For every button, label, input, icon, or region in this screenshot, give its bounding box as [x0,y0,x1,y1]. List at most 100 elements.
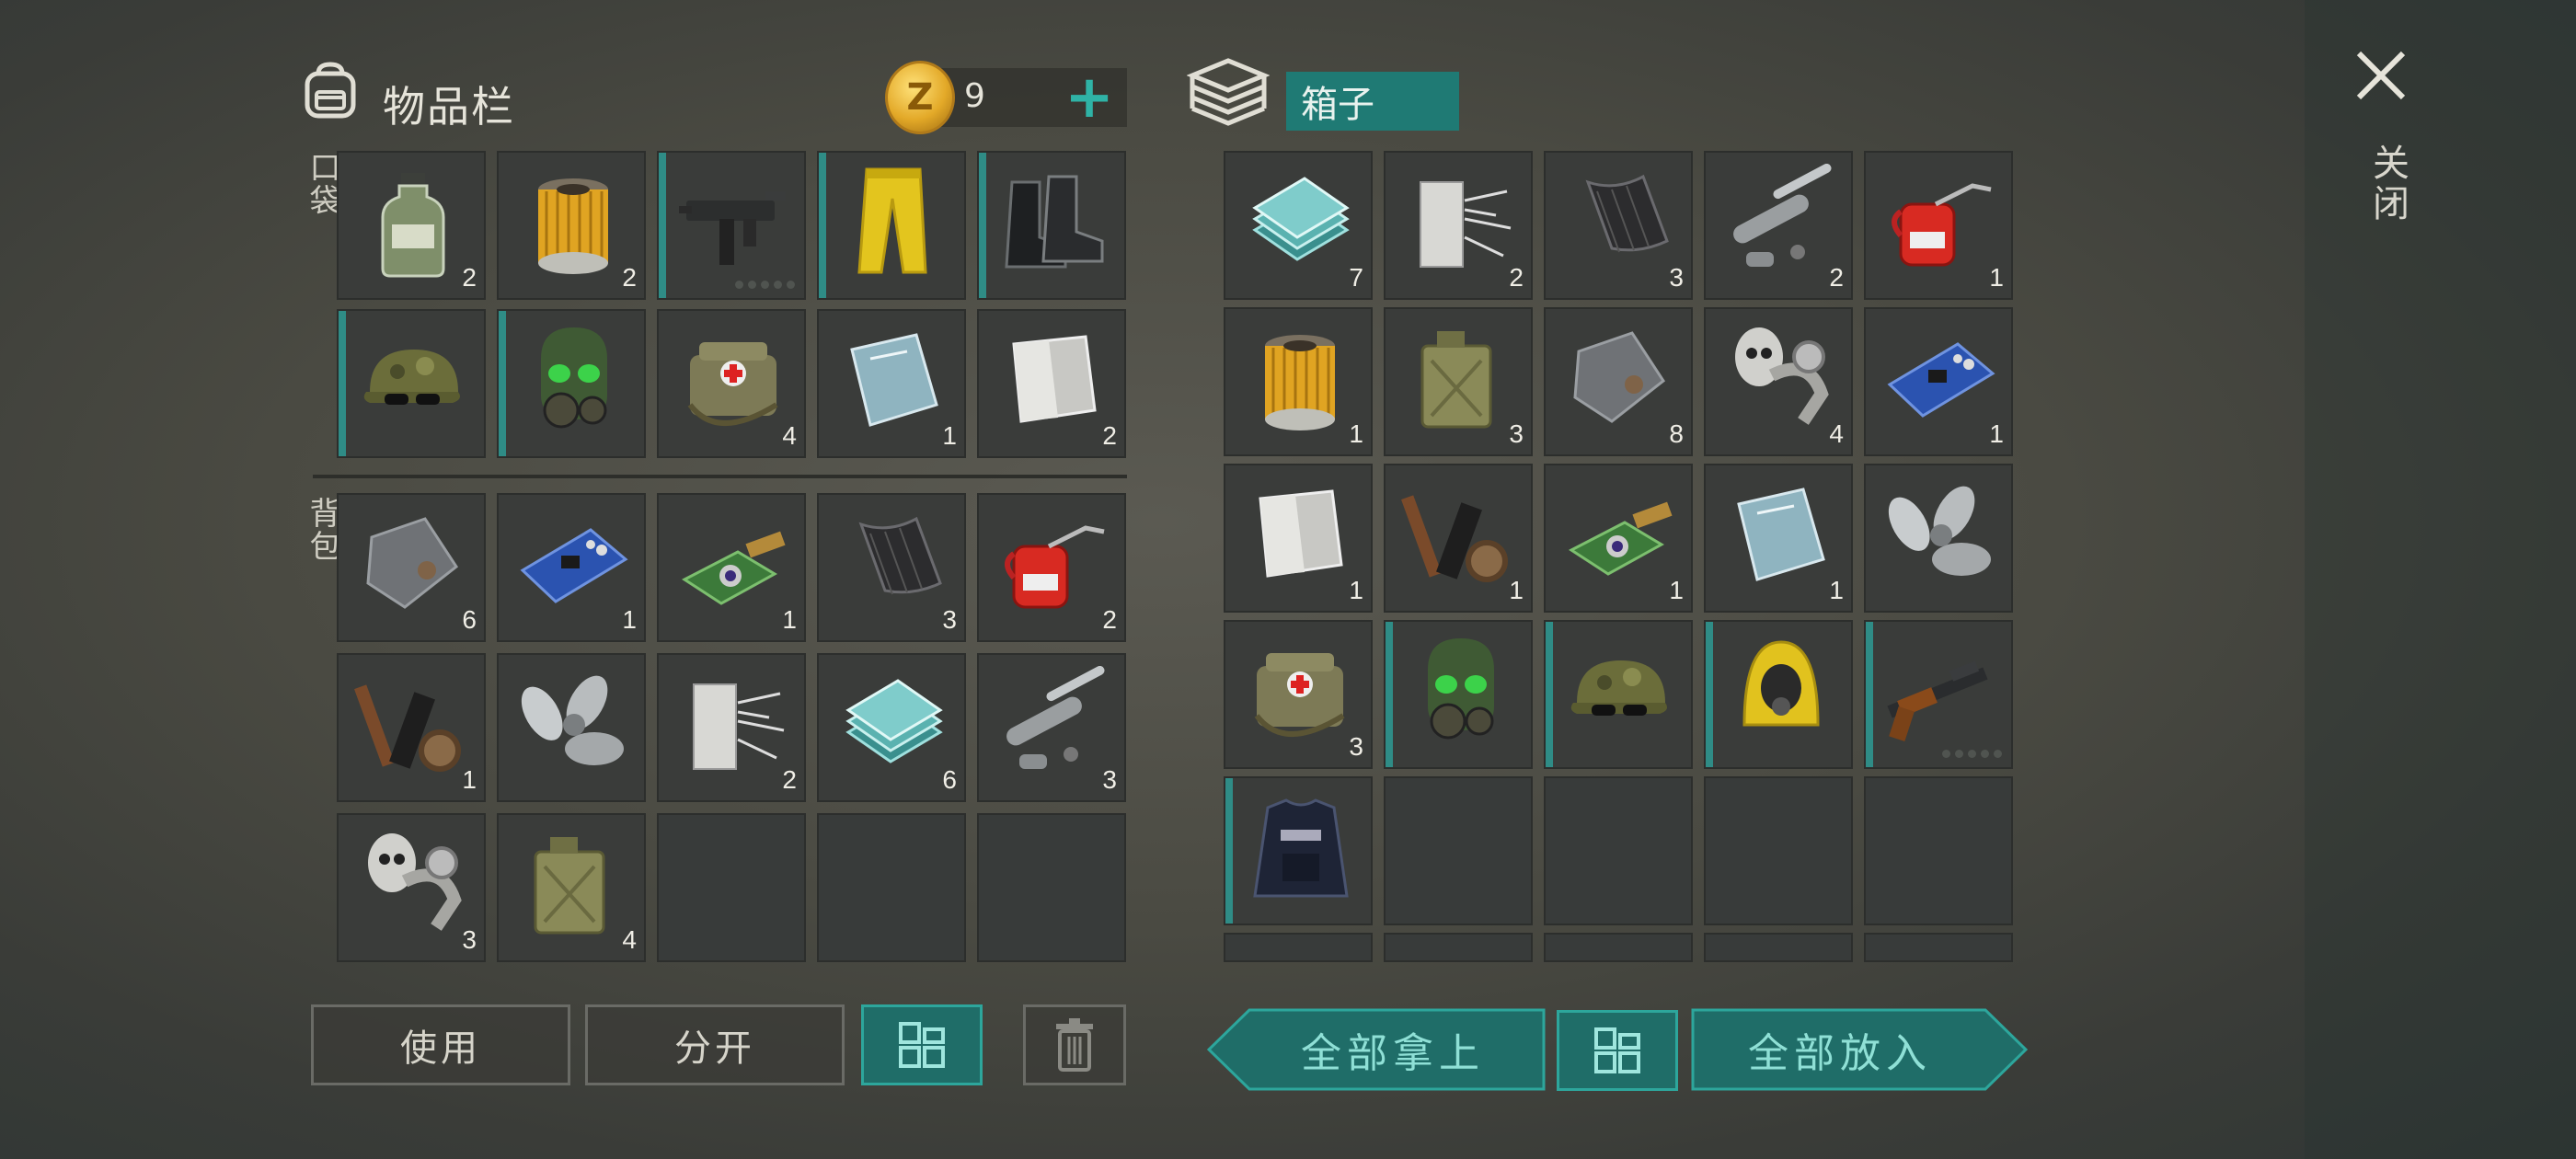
pocket-slot[interactable]: 1 [817,309,966,458]
item-quantity: 1 [1989,263,2004,292]
box-slot[interactable] [1704,776,1853,925]
iron-plate-icon [366,517,459,609]
pocket-slot[interactable] [337,309,486,458]
box-slot[interactable] [1704,620,1853,769]
pocket-slot[interactable]: 4 [657,309,806,458]
backpack-slot[interactable] [497,653,646,802]
box-slot[interactable]: 8 [1544,307,1693,456]
box-slot[interactable] [1384,620,1533,769]
backpack-slot[interactable]: 1 [337,653,486,802]
box-slot[interactable] [1864,620,2013,769]
item-quantity: 6 [462,605,477,634]
equip-indicator [1866,622,1873,767]
close-label[interactable]: 关闭 [2361,143,2414,224]
item-quantity: 2 [462,263,477,292]
equip-indicator [659,153,666,298]
box-slot[interactable]: 3 [1224,620,1373,769]
box-slot[interactable] [1544,776,1693,925]
mesh-icon [1585,174,1669,253]
box-slot[interactable] [1224,776,1373,925]
box-slot-partial[interactable] [1704,933,1853,962]
box-slot[interactable]: 1 [1864,151,2013,300]
box-slot[interactable] [1864,776,2013,925]
box-slot[interactable]: 3 [1384,307,1533,456]
fuel-filter-icon [538,178,608,274]
box-slot[interactable]: 1 [1224,464,1373,613]
backpack-slot[interactable]: 2 [977,493,1126,642]
uzi-icon [679,191,786,265]
item-quantity: 1 [782,605,797,634]
pocket-slot[interactable]: 2 [497,151,646,300]
equip-indicator [1225,778,1233,924]
backpack-slot[interactable]: 3 [337,813,486,962]
put-all-button[interactable]: 全部放入 [1693,1009,1987,1090]
item-quantity: 3 [942,605,957,634]
backpack-slot[interactable] [657,813,806,962]
box-slot[interactable]: 1 [1544,464,1693,613]
trash-button[interactable] [1023,1004,1126,1085]
item-quantity: 1 [622,605,637,634]
box-slot[interactable]: 2 [1384,151,1533,300]
backpack-slot[interactable]: 2 [657,653,806,802]
boots-icon [1005,175,1104,269]
backpack-slot[interactable]: 1 [497,493,646,642]
pocket-slot[interactable]: 2 [337,151,486,300]
sort-inventory-button[interactable] [861,1004,983,1085]
pocket-slot[interactable] [817,151,966,300]
box-slot[interactable]: 1 [1864,307,2013,456]
box-slot[interactable]: 3 [1544,151,1693,300]
steel-plate-icon [1259,489,1343,578]
backpack-slot[interactable]: 6 [817,653,966,802]
item-quantity: 3 [462,925,477,954]
pocket-slot[interactable]: 2 [977,309,1126,458]
medkit-bag-icon [1254,653,1345,737]
use-button[interactable]: 使用 [311,1004,570,1085]
add-coins-button[interactable]: + [1060,68,1119,127]
take-all-button[interactable]: 全部拿上 [1242,1009,1544,1090]
backpack-slot[interactable]: 6 [337,493,486,642]
box-slot-partial[interactable] [1224,933,1373,962]
box-slot-partial[interactable] [1384,933,1533,962]
backpack-slot[interactable] [977,813,1126,962]
item-quantity: 7 [1349,263,1363,292]
camo-cap-icon [1570,660,1667,716]
box-slot[interactable] [1864,464,2013,613]
backpack-slot[interactable]: 3 [977,653,1126,802]
box-slot[interactable]: 7 [1224,151,1373,300]
box-slot-partial[interactable] [1544,933,1693,962]
box-slot[interactable]: 1 [1384,464,1533,613]
item-quantity: 4 [782,421,797,450]
equip-indicator [1546,622,1553,767]
box-slot[interactable] [1384,776,1533,925]
camo-cap-icon [363,350,460,405]
pocket-slot[interactable] [657,151,806,300]
item-quantity: 2 [782,765,797,794]
iron-plate-icon [1573,331,1666,423]
equip-indicator [339,311,346,456]
pocket-slot[interactable] [497,309,646,458]
backpack-icon [305,62,356,119]
box-slot[interactable] [1544,620,1693,769]
bottle-icon [381,173,445,278]
box-slot[interactable]: 2 [1704,151,1853,300]
pocket-slot[interactable] [977,151,1126,300]
backpack-slot[interactable] [817,813,966,962]
sort-box-button[interactable] [1557,1010,1678,1091]
equip-indicator [1706,622,1713,767]
box-slot[interactable]: 4 [1704,307,1853,456]
backpack-slot[interactable]: 4 [497,813,646,962]
box-title: 箱子 [1286,72,1459,131]
item-quantity: 6 [942,765,957,794]
tools-set-icon [1401,495,1508,582]
grid-sort-icon [1594,1027,1640,1073]
box-slot-partial[interactable] [1864,933,2013,962]
box-slot[interactable]: 1 [1704,464,1853,613]
section-divider [313,475,1127,478]
box-slot[interactable]: 1 [1224,307,1373,456]
backpack-slot[interactable]: 3 [817,493,966,642]
split-button[interactable]: 分开 [585,1004,845,1085]
close-icon[interactable] [2353,48,2409,103]
shotgun-icon [1887,660,1988,741]
backpack-slot[interactable]: 1 [657,493,806,642]
item-quantity: 3 [1509,419,1524,448]
